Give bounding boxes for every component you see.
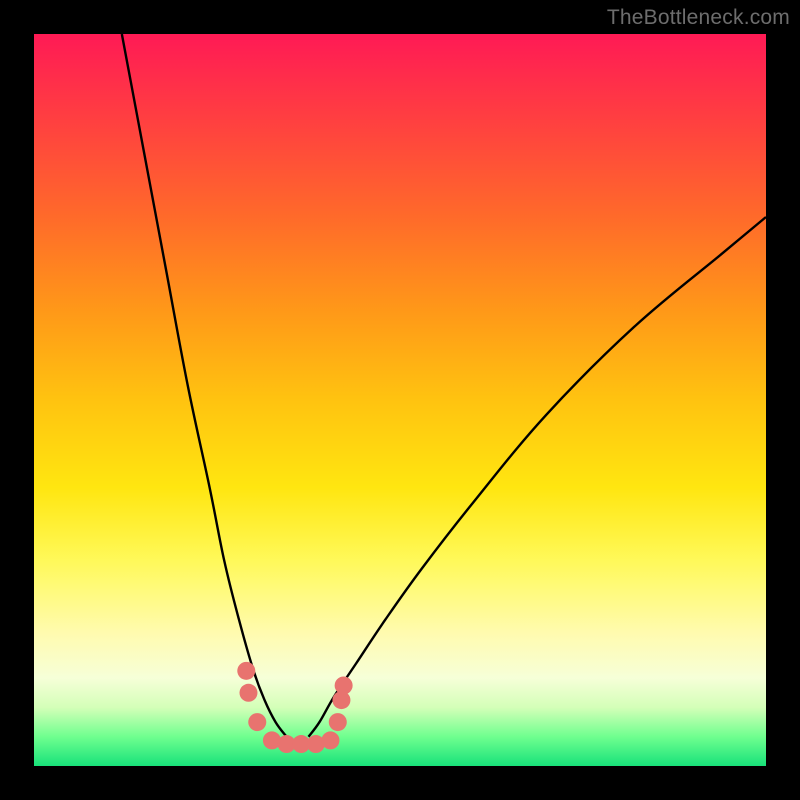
data-point xyxy=(239,684,257,702)
plot-area xyxy=(34,34,766,766)
data-point xyxy=(321,731,339,749)
watermark-label: TheBottleneck.com xyxy=(607,6,790,30)
data-point xyxy=(335,676,353,694)
data-point xyxy=(248,713,266,731)
chart-svg xyxy=(34,34,766,766)
data-point xyxy=(329,713,347,731)
curve-right-branch xyxy=(309,217,767,737)
curve-left-branch xyxy=(122,34,287,737)
data-point xyxy=(237,662,255,680)
chart-frame: TheBottleneck.com xyxy=(0,0,800,800)
